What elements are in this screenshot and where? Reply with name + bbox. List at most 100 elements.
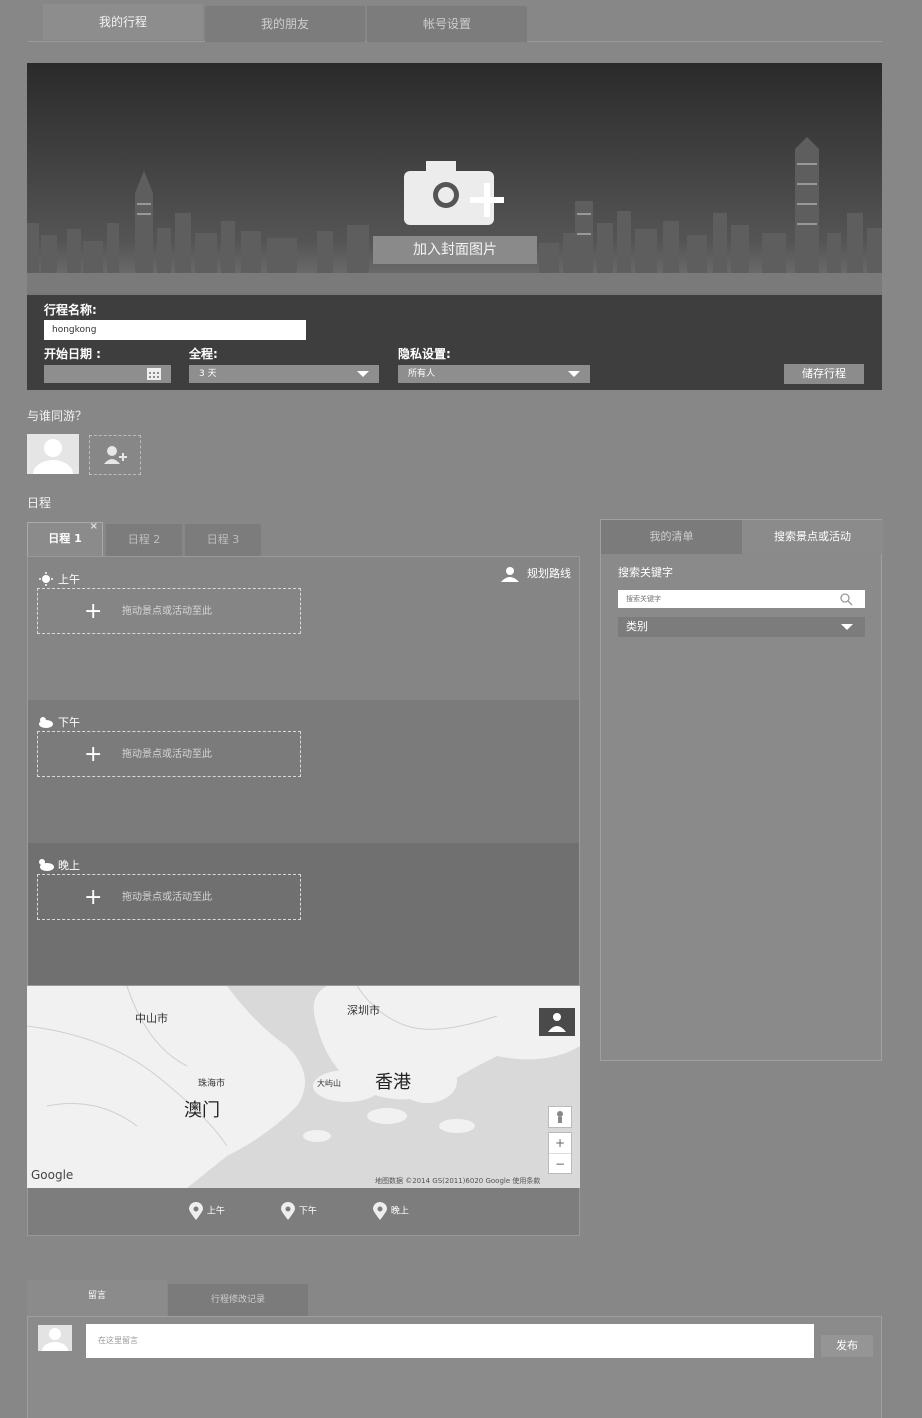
legend-evening[interactable]: 晚上	[372, 1202, 409, 1220]
period-morning-title: 上午	[38, 571, 80, 589]
zoom-out-button[interactable]: −	[549, 1154, 571, 1174]
plan-route-button[interactable]: 规划路线	[499, 565, 571, 582]
tab-day-1-label: 日程 1	[48, 532, 82, 545]
keyword-label: 搜索关键字	[618, 566, 673, 579]
companions-label: 与谁同游？	[27, 409, 88, 423]
save-trip-button[interactable]: 储存行程	[784, 364, 864, 384]
tab-my-friends[interactable]: 我的朋友	[205, 6, 365, 42]
comment-input[interactable]: 在这里留言	[86, 1324, 814, 1358]
avatar[interactable]	[27, 434, 79, 474]
legend-morning[interactable]: 上午	[188, 1202, 225, 1220]
zoom-control[interactable]: + −	[548, 1132, 572, 1174]
period-morning: 上午 规划路线 + 拖动景点或活动至此	[28, 557, 579, 700]
drop-zone-text: 拖动景点或活动至此	[122, 606, 212, 617]
route-map[interactable]: 中山市 深圳市 香港 澳门 珠海市 大屿山 Google 地图数据 ©2014 …	[27, 986, 580, 1188]
tab-account-settings[interactable]: 帐号设置	[367, 6, 527, 42]
camera-plus-icon[interactable]	[404, 159, 508, 225]
post-comment-button[interactable]: 发布	[821, 1335, 873, 1357]
user-silhouette-icon	[33, 439, 73, 474]
period-afternoon-title: 下午	[38, 714, 80, 732]
moon-cloud-icon	[38, 858, 54, 875]
category-select[interactable]: 类别	[618, 617, 865, 637]
search-input[interactable]	[618, 590, 865, 608]
top-tab-bar: 我的行程 我的朋友 帐号设置	[28, 0, 882, 42]
period-evening-label: 晚上	[58, 859, 80, 872]
tab-edit-history[interactable]: 行程修改记录	[168, 1284, 308, 1316]
add-user-icon	[104, 446, 127, 464]
duration-value: 3 天	[199, 369, 217, 379]
comment-area: 在这里留言 发布	[27, 1316, 882, 1418]
start-date-field[interactable]	[44, 365, 171, 383]
tab-day-3[interactable]: 日程 3	[185, 524, 261, 556]
schedule-label: 日程	[27, 496, 52, 510]
pegman-icon	[548, 1013, 566, 1032]
day-tab-bar: 日程 1 × 日程 2 日程 3	[27, 521, 580, 556]
plus-icon: +	[84, 742, 103, 767]
period-evening: 晚上 + 拖动景点或活动至此	[28, 843, 579, 985]
tab-day-2[interactable]: 日程 2	[106, 524, 182, 556]
map-label-shenzhen: 深圳市	[347, 1004, 380, 1017]
plus-icon: +	[84, 599, 103, 624]
search-icon[interactable]	[839, 592, 853, 606]
map-legend: 上午 下午 晚上	[27, 1188, 580, 1236]
plan-route-label: 规划路线	[527, 567, 571, 580]
period-afternoon: 下午 + 拖动景点或活动至此	[28, 700, 579, 843]
map-pan-control[interactable]	[548, 1106, 572, 1128]
drop-zone-morning[interactable]: + 拖动景点或活动至此	[37, 588, 301, 634]
map-label-zhuhai: 珠海市	[198, 1079, 226, 1089]
period-afternoon-label: 下午	[58, 716, 80, 729]
route-user-icon	[501, 567, 519, 582]
tab-my-list[interactable]: 我的清单	[601, 520, 742, 554]
drop-zone-text: 拖动景点或活动至此	[122, 892, 212, 903]
legend-afternoon[interactable]: 下午	[280, 1202, 317, 1220]
add-companion-button[interactable]	[89, 435, 141, 475]
sun-icon	[38, 571, 54, 589]
avatar	[38, 1325, 72, 1360]
search-panel: 我的清单 搜索景点或活动 搜索关键字 类别	[600, 519, 883, 1061]
tab-comments[interactable]: 留言	[27, 1280, 167, 1316]
city-skyline-image	[27, 137, 882, 390]
close-icon[interactable]: ×	[90, 521, 98, 533]
calendar-icon[interactable]	[147, 368, 161, 380]
plus-icon: +	[84, 885, 103, 910]
map-pin-icon	[281, 1202, 295, 1220]
chevron-down-icon	[841, 624, 853, 630]
map-pin-icon	[189, 1202, 203, 1220]
legend-morning-label: 上午	[206, 1206, 225, 1217]
street-view-button[interactable]	[539, 1008, 575, 1036]
privacy-value: 所有人	[408, 369, 436, 379]
period-morning-label: 上午	[58, 573, 80, 586]
category-value: 类别	[626, 620, 648, 633]
drop-zone-text: 拖动景点或活动至此	[122, 749, 212, 760]
map-base	[27, 986, 580, 1188]
privacy-label: 隐私设置:	[398, 347, 451, 361]
chevron-down-icon	[357, 371, 369, 377]
cover-banner: 加入封面图片 行程名称: 开始日期 : 全程: 3 天 隐私设置: 所有人 储存…	[27, 63, 882, 390]
privacy-select[interactable]: 所有人	[398, 365, 590, 383]
legend-afternoon-label: 下午	[298, 1206, 317, 1217]
duration-label: 全程:	[189, 347, 218, 361]
map-label-hongkong: 香港	[375, 1072, 411, 1093]
google-logo: Google	[31, 1168, 74, 1182]
schedule-panel: 上午 规划路线 + 拖动景点或活动至此 下午 + 拖动景点或活动至此 晚上 + …	[27, 556, 580, 986]
map-label-dayu: 大屿山	[317, 1079, 341, 1088]
drop-zone-evening[interactable]: + 拖动景点或活动至此	[37, 874, 301, 920]
tab-day-1[interactable]: 日程 1 ×	[27, 521, 103, 556]
trip-name-label: 行程名称:	[44, 303, 97, 317]
tab-search-attractions[interactable]: 搜索景点或活动	[742, 520, 883, 554]
period-evening-title: 晚上	[38, 857, 80, 875]
zoom-in-button[interactable]: +	[549, 1133, 571, 1154]
add-cover-image-button[interactable]: 加入封面图片	[373, 236, 537, 264]
legend-evening-label: 晚上	[390, 1206, 409, 1217]
comment-tab-bar: 留言 行程修改记录	[27, 1280, 882, 1316]
map-label-macau: 澳门	[184, 1100, 220, 1121]
map-copyright[interactable]: 地图数据 ©2014 GS(2011)6020 Google 使用条款	[375, 1176, 540, 1186]
map-pin-icon	[373, 1202, 387, 1220]
drop-zone-afternoon[interactable]: + 拖动景点或活动至此	[37, 731, 301, 777]
tab-my-trips[interactable]: 我的行程	[43, 4, 203, 40]
trip-name-input[interactable]	[44, 320, 306, 340]
cloud-sun-icon	[38, 715, 54, 732]
pegman-small-icon	[557, 1111, 563, 1123]
map-label-zhongshan: 中山市	[135, 1012, 168, 1025]
duration-select[interactable]: 3 天	[189, 365, 379, 383]
